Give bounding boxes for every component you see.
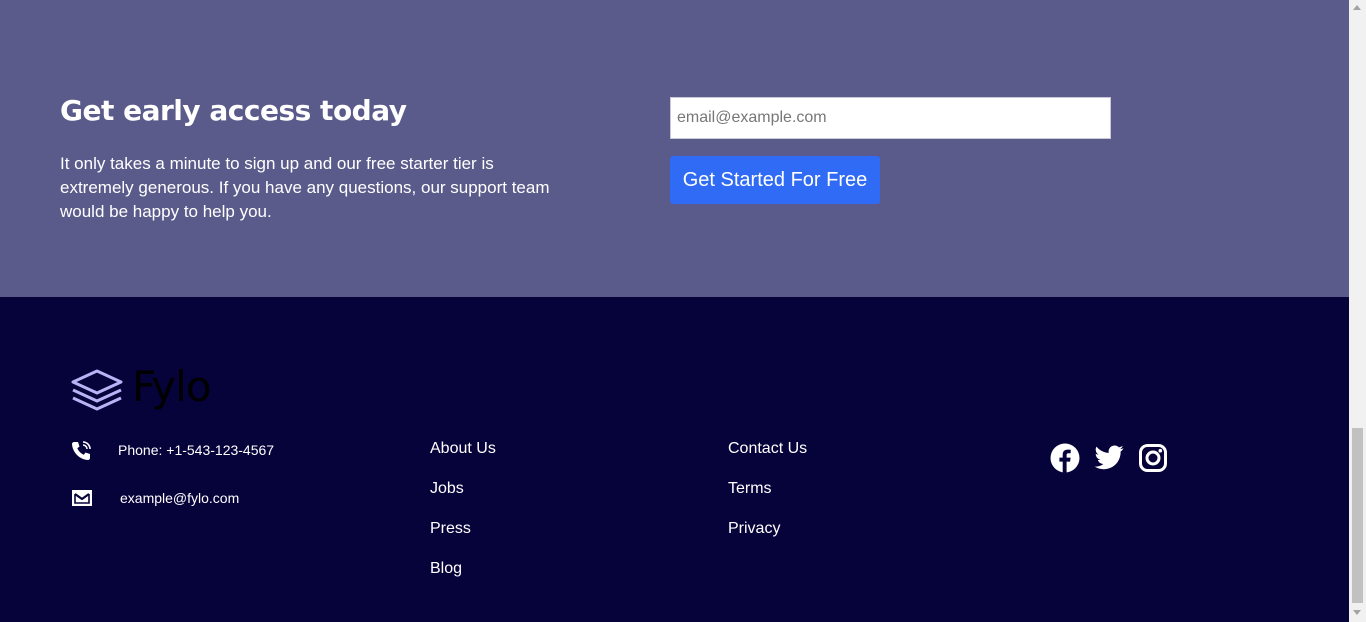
link-terms[interactable]: Terms [728,480,772,498]
link-privacy[interactable]: Privacy [728,520,780,538]
scrollbar-thumb[interactable] [1352,428,1363,603]
link-blog[interactable]: Blog [430,560,462,578]
mail-icon [72,490,92,506]
facebook-icon[interactable] [1050,443,1080,473]
phone-number: Phone: +1-543-123-4567 [118,442,275,458]
phone-icon [72,441,91,460]
stacked-layers-icon [71,369,123,411]
phone-contact: Phone: +1-543-123-4567 [70,440,330,462]
link-press[interactable]: Press [430,520,471,538]
scroll-up-icon[interactable] [1353,5,1361,10]
scroll-down-icon[interactable] [1353,610,1361,615]
link-about-us[interactable]: About Us [430,440,496,458]
email-contact: example@fylo.com [70,488,330,510]
link-jobs[interactable]: Jobs [430,480,464,498]
email-address: example@fylo.com [120,490,240,506]
early-access-description: It only takes a minute to sign up and ou… [60,154,550,221]
link-contact-us[interactable]: Contact Us [728,440,807,458]
instagram-icon[interactable] [1138,443,1168,473]
twitter-icon[interactable] [1094,445,1124,472]
email-input[interactable] [670,97,1111,139]
logo-wordmark: Fylo [132,362,212,411]
early-access-section: Get early access today It only takes a m… [0,0,1349,297]
get-started-button[interactable]: Get Started For Free [670,156,880,204]
early-access-heading: Get early access today [60,94,407,127]
